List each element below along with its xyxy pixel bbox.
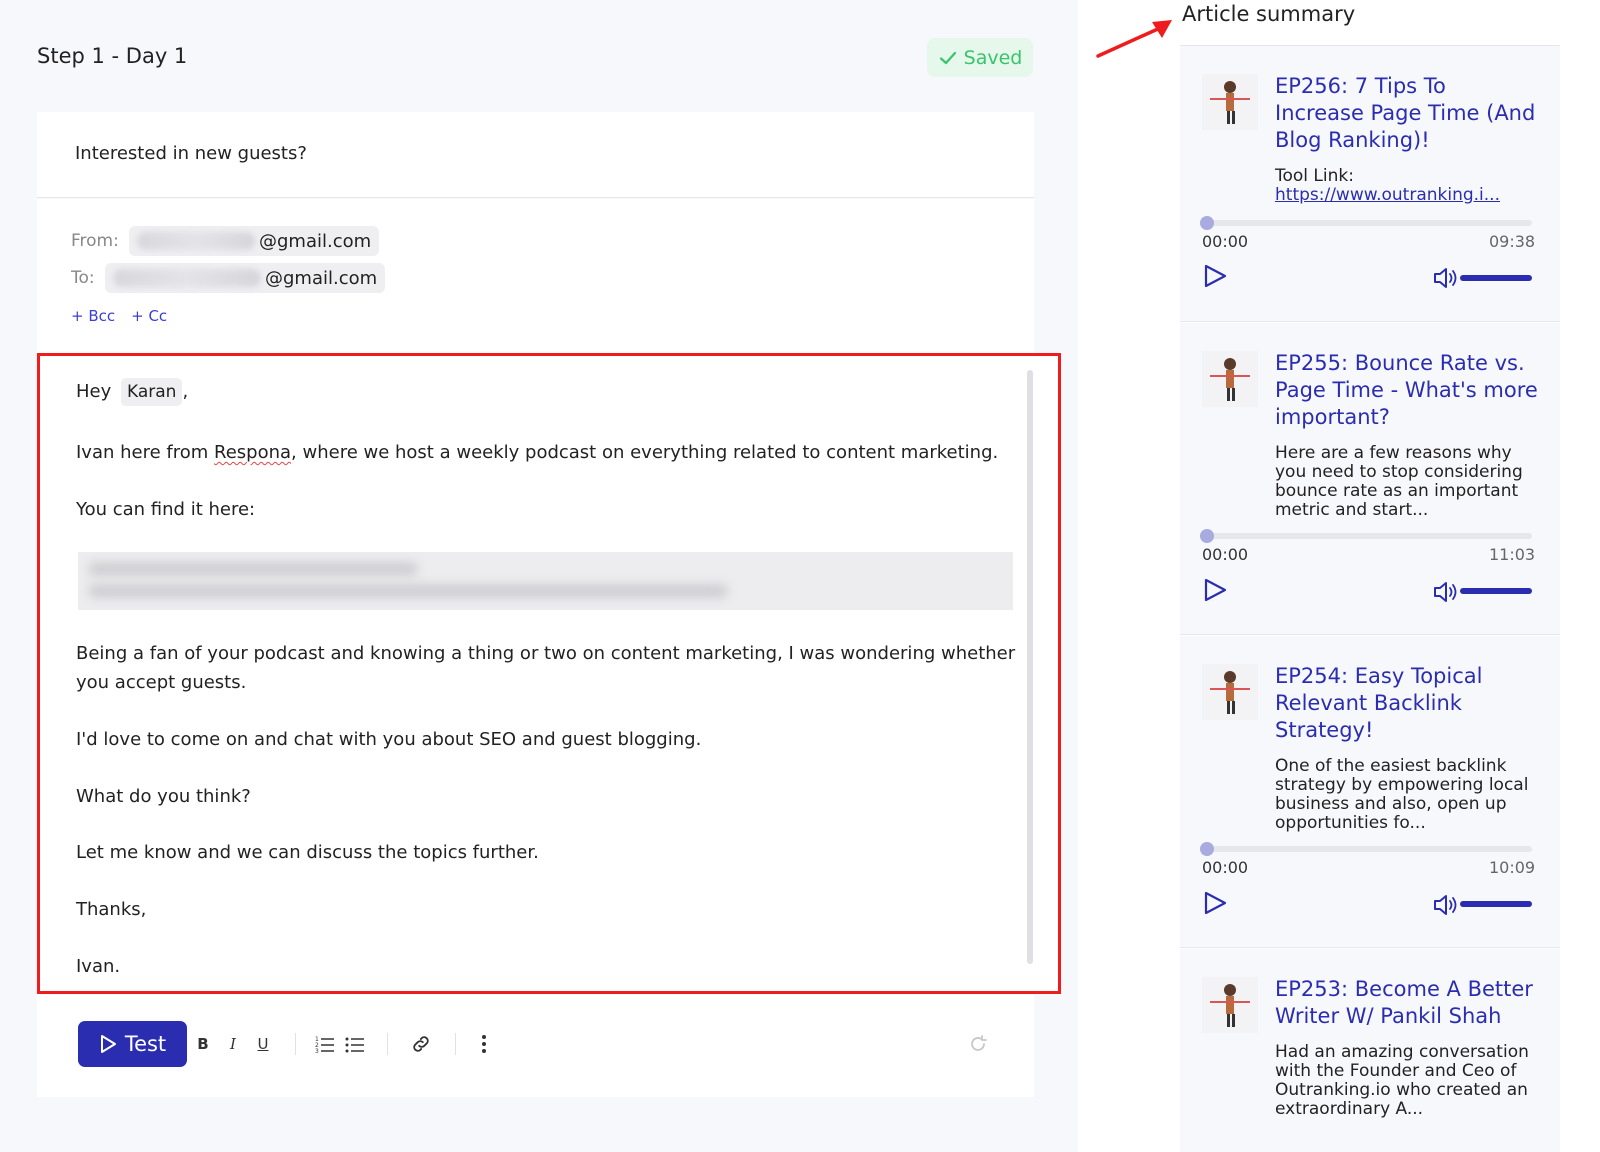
- spellcheck-word: Respona: [214, 442, 292, 463]
- from-label: From:: [71, 231, 119, 251]
- episode-description: Here are a few reasons why you need to s…: [1275, 443, 1523, 520]
- episode-description: Had an amazing conversation with the Fou…: [1275, 1042, 1529, 1119]
- bold-button[interactable]: B: [192, 1033, 214, 1055]
- time-start: 00:00: [1202, 545, 1249, 564]
- annotation-arrow-icon: [1096, 20, 1172, 58]
- more-options-button[interactable]: [473, 1033, 495, 1055]
- redacted-email: [113, 269, 261, 287]
- paragraph-line: Let me know and we can discuss the topic…: [76, 842, 539, 863]
- step-title: Step 1 - Day 1: [37, 44, 188, 68]
- email-meta: From: @gmail.com To: @gmail.com + Bcc + …: [37, 199, 1034, 353]
- saved-label: Saved: [963, 46, 1023, 69]
- episode-title[interactable]: EP254: Easy Topical Relevant Backlink St…: [1275, 663, 1540, 744]
- add-cc-link[interactable]: + Cc: [131, 307, 167, 325]
- podcast-avatar-icon: [1202, 977, 1258, 1033]
- recipient-variable[interactable]: Karan: [121, 378, 183, 406]
- email-body-editor[interactable]: Hey Karan, Ivan here from Respona, where…: [37, 353, 1061, 994]
- find-here-line: You can find it here:: [76, 499, 256, 520]
- more-icon: [482, 1035, 486, 1053]
- test-button[interactable]: Test: [78, 1021, 187, 1067]
- to-label: To:: [71, 268, 95, 288]
- time-start: 00:00: [1202, 232, 1249, 251]
- episode-card: EP254: Easy Topical Relevant Backlink St…: [1180, 636, 1560, 948]
- audio-progress[interactable]: [1200, 842, 1532, 856]
- episode-card: EP256: 7 Tips To Increase Page Time (And…: [1180, 46, 1560, 322]
- episode-description: Tool Link: https://www.outranking.i...: [1275, 167, 1540, 205]
- play-icon[interactable]: [1202, 890, 1228, 916]
- time-end: 11:03: [1489, 545, 1536, 564]
- to-row: To: @gmail.com: [71, 263, 386, 293]
- time-end: 10:09: [1489, 858, 1536, 877]
- subject-text: Interested in new guests?: [75, 143, 307, 164]
- episode-title[interactable]: EP253: Become A Better Writer W/ Pankil …: [1275, 976, 1540, 1030]
- subject-field[interactable]: Interested in new guests?: [37, 112, 1034, 198]
- time-start: 00:00: [1202, 858, 1249, 877]
- from-row: From: @gmail.com: [71, 226, 380, 256]
- saved-badge: Saved: [927, 38, 1033, 77]
- progress-knob[interactable]: [1200, 529, 1214, 543]
- test-label: Test: [124, 1032, 167, 1056]
- episode-card: EP255: Bounce Rate vs. Page Time - What'…: [1180, 323, 1560, 635]
- podcast-avatar-icon: [1202, 74, 1258, 130]
- svg-text:3: 3: [315, 1048, 319, 1053]
- sidebar-title: Article summary: [1182, 2, 1356, 26]
- article-summary-sidebar: Article summary EP256: 7 Tips To Increas…: [1180, 0, 1560, 1152]
- play-icon[interactable]: [1202, 577, 1228, 603]
- volume-slider[interactable]: [1460, 588, 1532, 594]
- cc-links: + Bcc + Cc: [71, 307, 167, 325]
- underline-button[interactable]: U: [252, 1033, 274, 1055]
- progress-knob[interactable]: [1200, 842, 1214, 856]
- redacted-link-preview: [78, 552, 1013, 610]
- paragraph-line: you accept guests.: [76, 672, 247, 693]
- email-editor-panel: Step 1 - Day 1 Saved Interested in new g…: [0, 0, 1078, 1152]
- ordered-list-icon: 123: [315, 1036, 334, 1053]
- refresh-button[interactable]: [967, 1033, 989, 1055]
- podcast-avatar-icon: [1202, 351, 1258, 407]
- thanks-line: Thanks,: [76, 899, 147, 920]
- ordered-list-button[interactable]: 123: [314, 1033, 336, 1055]
- volume-icon[interactable]: [1432, 265, 1458, 291]
- from-domain: @gmail.com: [259, 230, 372, 252]
- volume-slider[interactable]: [1460, 901, 1532, 907]
- tool-link[interactable]: https://www.outranking.i...: [1275, 186, 1540, 205]
- redacted-email: [137, 232, 255, 250]
- volume-slider[interactable]: [1460, 275, 1532, 281]
- from-email-chip[interactable]: @gmail.com: [129, 226, 380, 256]
- volume-icon[interactable]: [1432, 579, 1458, 605]
- body-scrollbar[interactable]: [1027, 370, 1033, 964]
- bullet-list-icon: [345, 1037, 364, 1053]
- episode-description: One of the easiest backlink strategy by …: [1275, 756, 1529, 833]
- insert-link-button[interactable]: [410, 1033, 432, 1055]
- intro-line: Ivan here from Respona, where we host a …: [76, 442, 999, 463]
- greeting-line: Hey Karan,: [76, 377, 188, 406]
- paragraph-line: I'd love to come on and chat with you ab…: [76, 729, 702, 750]
- episode-card: EP253: Become A Better Writer W/ Pankil …: [1180, 949, 1560, 1152]
- italic-button[interactable]: I: [222, 1033, 244, 1055]
- paragraph-line: What do you think?: [76, 786, 251, 807]
- time-end: 09:38: [1489, 232, 1536, 251]
- volume-icon[interactable]: [1432, 892, 1458, 918]
- play-icon[interactable]: [1202, 263, 1228, 289]
- link-icon: [413, 1036, 429, 1052]
- episode-title[interactable]: EP255: Bounce Rate vs. Page Time - What'…: [1275, 350, 1540, 431]
- play-icon: [100, 1035, 116, 1053]
- paragraph-line: Being a fan of your podcast and knowing …: [76, 643, 1016, 664]
- signature-line: Ivan.: [76, 956, 121, 977]
- add-bcc-link[interactable]: + Bcc: [71, 307, 115, 325]
- progress-knob[interactable]: [1200, 216, 1214, 230]
- to-email-chip[interactable]: @gmail.com: [105, 263, 386, 293]
- audio-progress[interactable]: [1200, 529, 1532, 543]
- episode-title[interactable]: EP256: 7 Tips To Increase Page Time (And…: [1275, 73, 1540, 154]
- to-domain: @gmail.com: [265, 267, 378, 289]
- podcast-avatar-icon: [1202, 664, 1258, 720]
- refresh-icon: [971, 1035, 987, 1051]
- audio-progress[interactable]: [1200, 216, 1532, 230]
- editor-toolbar: Test B I U 123: [37, 995, 1034, 1097]
- bullet-list-button[interactable]: [344, 1033, 366, 1055]
- check-icon: [939, 51, 956, 64]
